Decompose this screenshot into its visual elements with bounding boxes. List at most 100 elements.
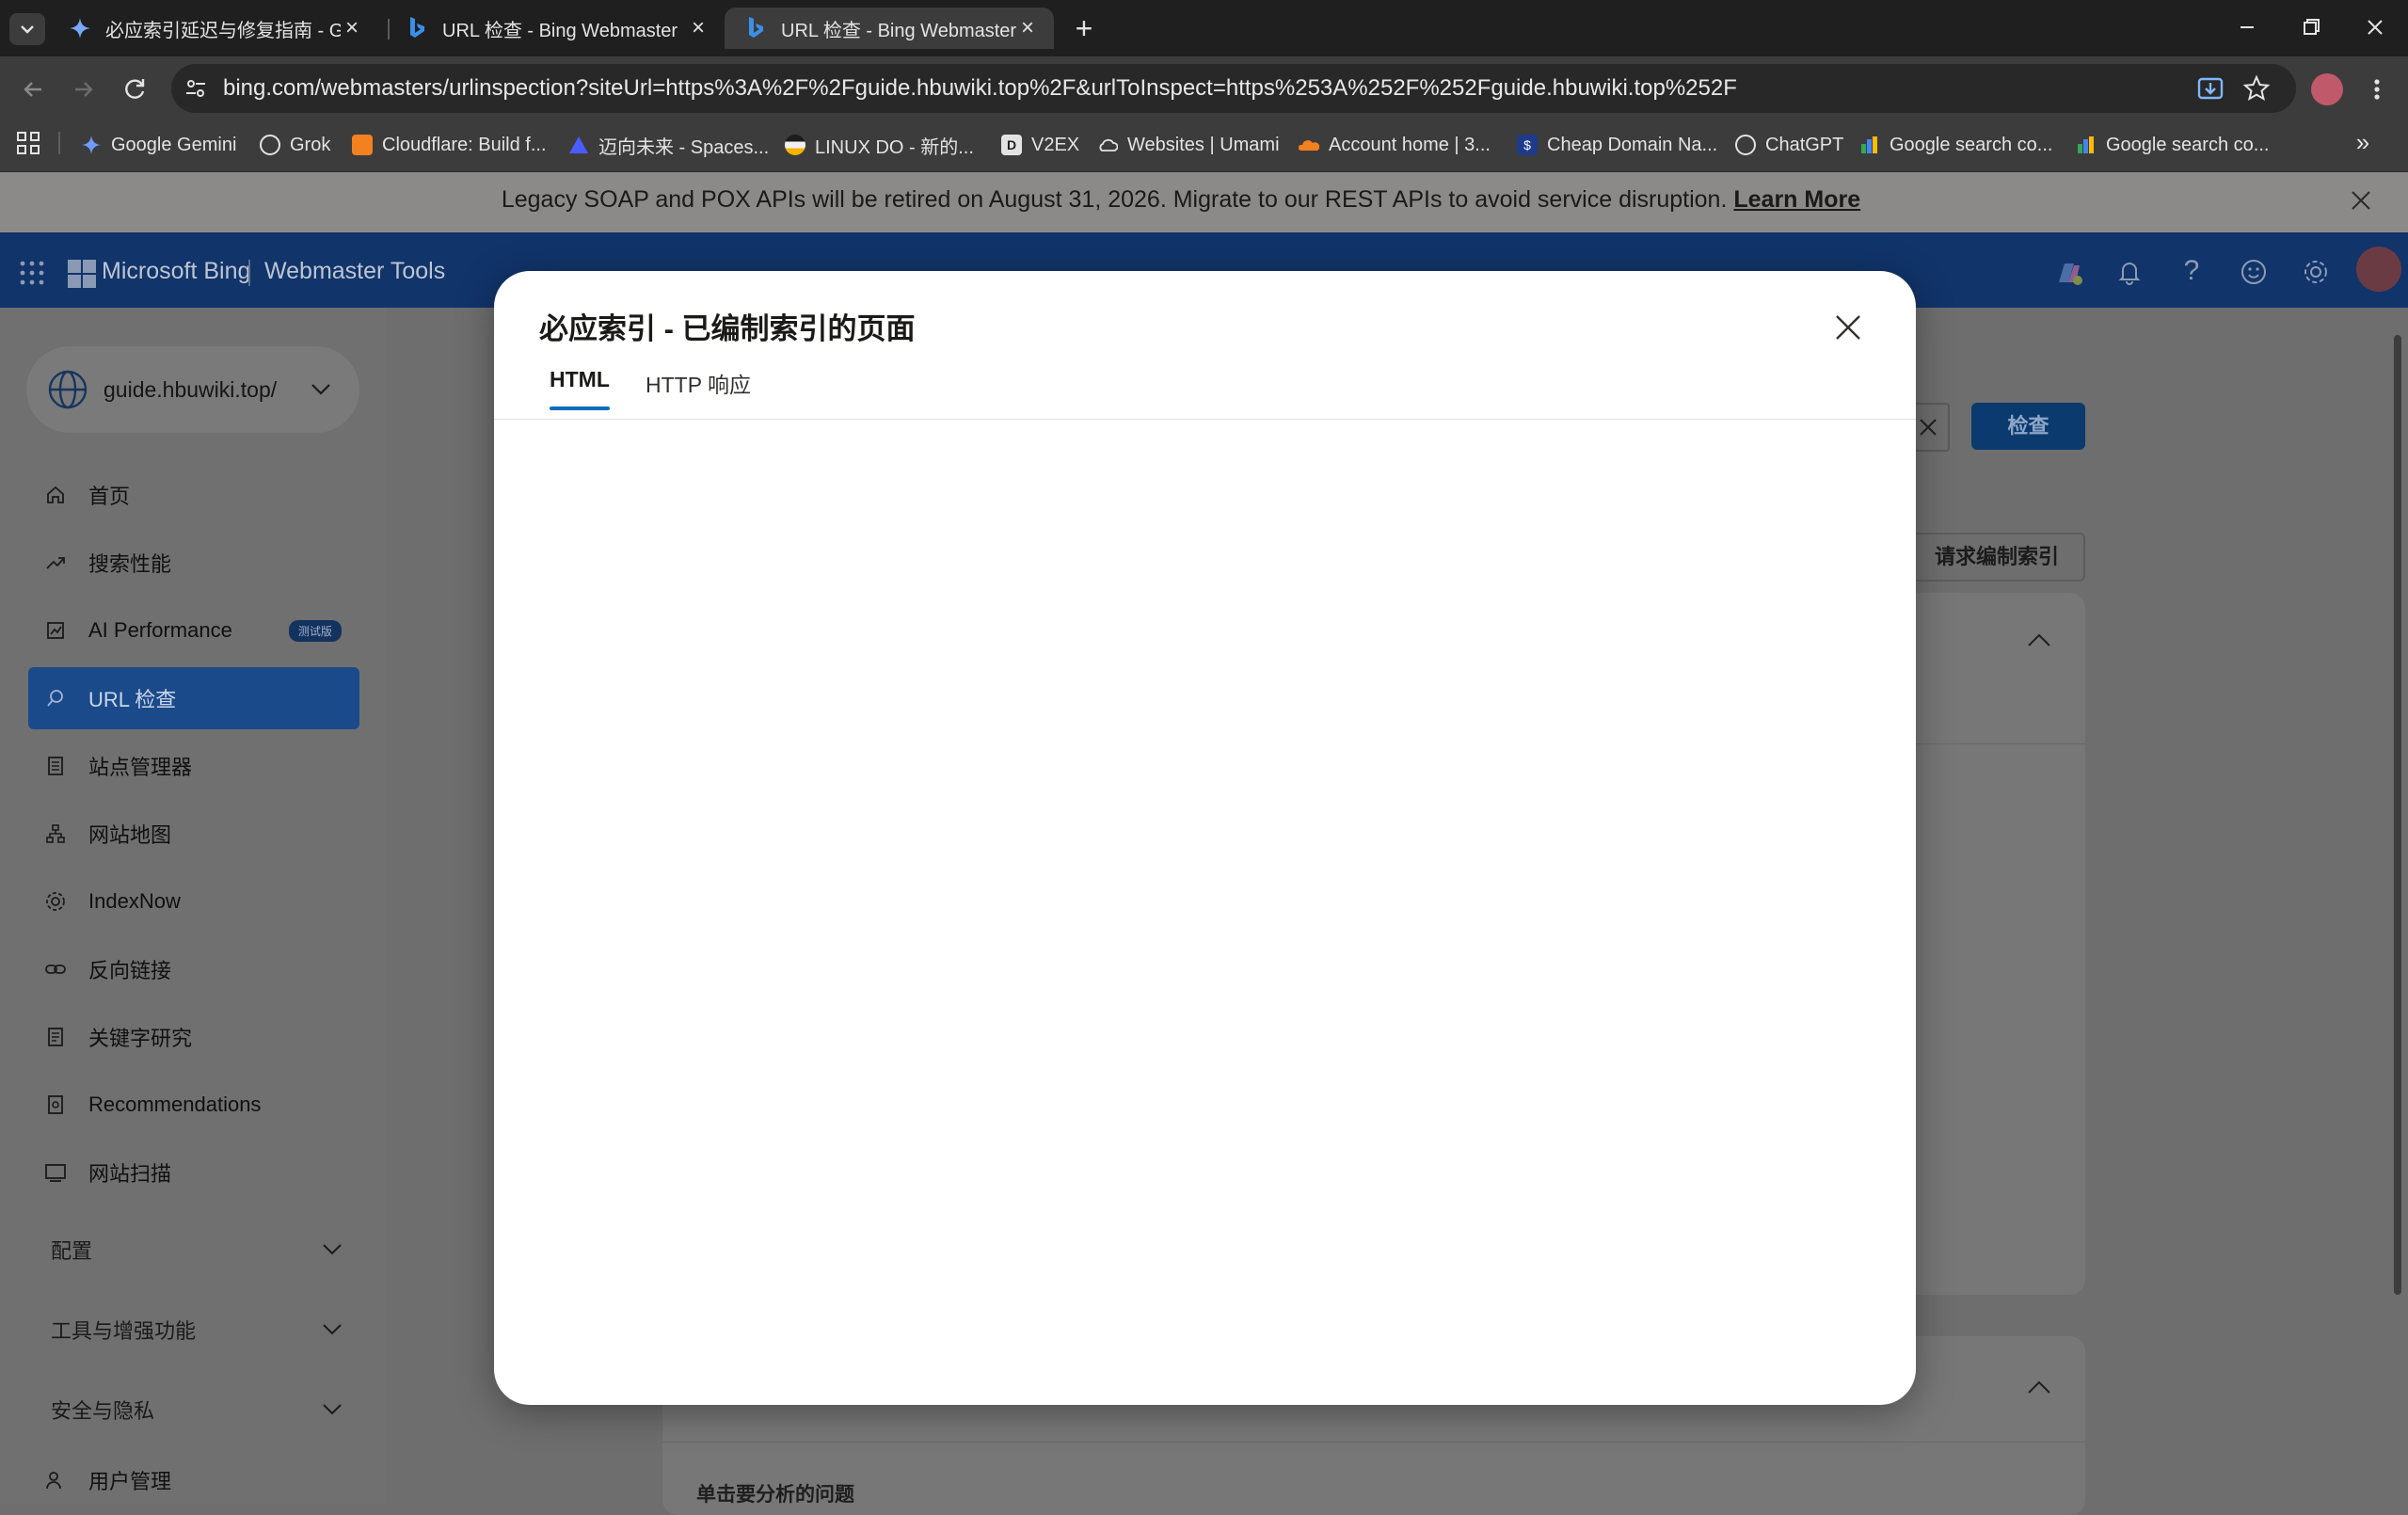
sidebar-item-search-performance[interactable]: 搜索性能	[28, 532, 359, 594]
tab-http-response[interactable]: HTTP 响应	[646, 367, 751, 399]
sidebar-item-keyword-research[interactable]: 关键字研究	[28, 1006, 359, 1068]
restore-button[interactable]	[2292, 13, 2330, 41]
bookmark-item[interactable]: Account home | 3...	[1299, 128, 1491, 162]
dialog-title: 必应索引 - 已编制索引的页面	[539, 312, 916, 345]
sidebar-section-tools[interactable]: 工具与增强功能	[51, 1315, 343, 1345]
new-tab-button[interactable]: +	[1069, 11, 1099, 45]
chart-icon	[43, 620, 68, 641]
help-icon[interactable]: ?	[2177, 256, 2206, 286]
bookmarks-separator	[58, 132, 60, 154]
bookmark-label: Grok	[290, 134, 331, 155]
gemini-icon	[68, 16, 92, 40]
settings-gear-icon[interactable]	[2302, 258, 2330, 286]
close-tab-icon[interactable]: ×	[341, 17, 363, 40]
bookmark-star-icon[interactable]	[2241, 73, 2272, 104]
back-button[interactable]	[17, 73, 49, 105]
recommend-icon	[43, 1094, 68, 1115]
reload-button[interactable]	[119, 73, 151, 105]
learn-more-link[interactable]: Learn More	[1733, 186, 1860, 213]
domain-icon: $	[1517, 135, 1538, 155]
notice-close-button[interactable]	[2349, 188, 2373, 213]
search-console-icon	[2076, 135, 2097, 155]
document-icon	[43, 1027, 68, 1047]
section-label: 配置	[51, 1239, 93, 1263]
sidebar-section-config[interactable]: 配置	[51, 1235, 343, 1265]
card-divider	[662, 1442, 2085, 1443]
sidebar-item-user-management[interactable]: 用户管理	[28, 1449, 359, 1511]
sidebar-item-recommendations[interactable]: Recommendations	[28, 1074, 359, 1136]
user-avatar[interactable]	[2356, 247, 2401, 292]
chevron-down-icon	[323, 1324, 342, 1335]
profile-avatar[interactable]	[2311, 73, 2343, 105]
more-bookmarks-icon[interactable]: »	[2349, 128, 2377, 156]
browser-tab[interactable]: URL 检查 - Bing Webmaster T ×	[386, 8, 725, 49]
brand-name[interactable]: Microsoft Bing	[102, 258, 250, 285]
bookmark-item[interactable]: Google search co...	[1859, 128, 2052, 162]
chevron-down-icon	[21, 25, 34, 34]
close-tab-icon[interactable]: ×	[687, 17, 710, 40]
bookmark-item[interactable]: Google search co...	[2076, 128, 2269, 162]
sidebar-item-url-inspection[interactable]: URL 检查	[28, 667, 359, 729]
tab-html[interactable]: HTML	[550, 367, 610, 392]
bookmark-label: Google search co...	[2106, 134, 2270, 155]
dialog-close-button[interactable]	[1833, 312, 1863, 343]
forward-button[interactable]	[68, 73, 100, 105]
bookmark-item[interactable]: ChatGPT	[1735, 128, 1843, 162]
site-info-icon[interactable]	[183, 75, 209, 102]
feedback-smiley-icon[interactable]	[2240, 258, 2268, 286]
bookmark-label: V2EX	[1031, 134, 1080, 155]
section-label: 安全与隐私	[51, 1399, 155, 1423]
bookmark-item[interactable]: 迈向未来 - Spaces...	[568, 128, 769, 162]
bookmark-item[interactable]: Grok	[260, 128, 330, 162]
sidebar-item-indexnow[interactable]: IndexNow	[28, 870, 359, 933]
gemini-icon	[81, 135, 102, 155]
browser-menu-icon[interactable]	[2366, 73, 2388, 105]
collapse-chevron-icon[interactable]	[2027, 632, 2051, 647]
bookmark-item[interactable]: Google Gemini	[81, 128, 236, 162]
dialog-content-area	[494, 420, 1916, 1370]
install-app-icon[interactable]	[2195, 73, 2225, 104]
sidebar-section-security[interactable]: 安全与隐私	[51, 1395, 343, 1425]
bookmark-item[interactable]: D V2EX	[1001, 128, 1079, 162]
bookmark-item[interactable]: Websites | Umami	[1097, 128, 1280, 162]
bookmark-item[interactable]: Cloudflare: Build f...	[352, 128, 547, 162]
tab-title: URL 检查 - Bing Webmaster T	[442, 20, 678, 41]
close-icon	[1920, 419, 1937, 436]
collapse-chevron-icon[interactable]	[2027, 1379, 2051, 1395]
site-selector[interactable]: guide.hbuwiki.top/	[26, 346, 359, 433]
sidebar-item-site-scan[interactable]: 网站扫描	[28, 1141, 359, 1204]
minimize-button[interactable]	[2228, 13, 2266, 41]
sidebar-item-sitemaps[interactable]: 网站地图	[28, 803, 359, 865]
browser-tab[interactable]: 必应索引延迟与修复指南 - Goo ×	[49, 8, 378, 49]
sidebar-item-ai-performance[interactable]: AI Performance 测试版	[28, 599, 359, 662]
app-launcher-icon[interactable]	[19, 260, 45, 286]
sidebar-item-backlinks[interactable]: 反向链接	[28, 938, 359, 1000]
close-window-button[interactable]	[2356, 13, 2394, 41]
bookmark-label: LINUX DO - 新的...	[815, 136, 974, 158]
close-tab-icon[interactable]: ×	[1016, 17, 1039, 40]
search-icon	[43, 688, 68, 709]
bookmark-item[interactable]: $ Cheap Domain Na...	[1517, 128, 1717, 162]
page-scrollbar[interactable]	[2394, 335, 2401, 1295]
bookmark-item[interactable]: LINUX DO - 新的...	[785, 128, 974, 162]
close-icon	[1836, 315, 1860, 340]
sidebar-item-site-explorer[interactable]: 站点管理器	[28, 735, 359, 797]
sidebar-item-label: 反向链接	[88, 959, 172, 982]
cloudflare-icon	[1299, 135, 1319, 155]
address-url[interactable]: bing.com/webmasters/urlinspection?siteUr…	[223, 73, 1737, 104]
apps-grid-icon[interactable]	[15, 130, 41, 156]
product-name[interactable]: Webmaster Tools	[264, 258, 445, 285]
request-indexing-button[interactable]: 请求编制索引	[1910, 533, 2085, 582]
notifications-bell-icon[interactable]	[2115, 258, 2144, 286]
search-console-icon	[1859, 135, 1880, 155]
copilot-icon[interactable]	[2053, 258, 2085, 290]
cloudflare-icon	[352, 135, 373, 155]
sidebar-item-label: Recommendations	[88, 1092, 262, 1116]
browser-tab-active[interactable]: URL 检查 - Bing Webmaster T ×	[725, 8, 1054, 49]
tab-search-button[interactable]	[9, 13, 45, 45]
inspect-button[interactable]: 检查	[1971, 403, 2085, 450]
sidebar-item-home[interactable]: 首页	[28, 464, 359, 526]
bookmark-label: Cheap Domain Na...	[1547, 134, 1718, 155]
sidebar-item-label: AI Performance	[88, 618, 232, 642]
user-icon	[43, 1470, 68, 1491]
